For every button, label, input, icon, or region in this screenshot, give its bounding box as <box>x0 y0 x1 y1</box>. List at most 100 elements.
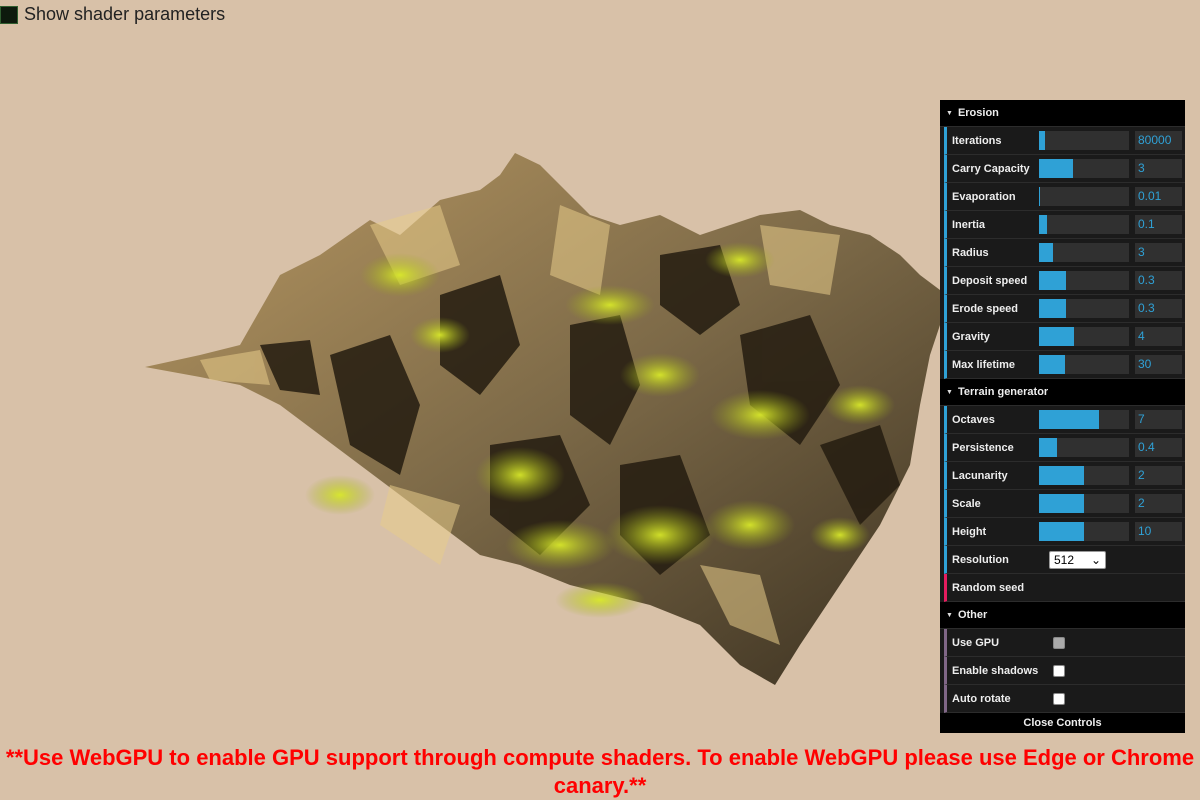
deposit-speed-input[interactable]: 0.3 <box>1135 271 1182 290</box>
iterations-label: Iterations <box>952 134 1002 147</box>
slider-fill <box>1039 355 1066 374</box>
enable-shadows-checkbox[interactable] <box>1053 664 1065 677</box>
enable-shadows-row: Enable shadows <box>944 657 1185 685</box>
evaporation-row: Evaporation 0.01 <box>944 183 1185 211</box>
slider-fill <box>1039 215 1048 234</box>
octaves-row: Octaves 7 <box>944 406 1185 434</box>
shader-parameters-checkbox[interactable] <box>0 5 18 24</box>
persistence-label: Persistence <box>952 441 1014 454</box>
shader-parameters-label: Show shader parameters <box>24 4 226 24</box>
inertia-slider[interactable] <box>1039 215 1129 234</box>
height-label: Height <box>952 525 987 538</box>
max-lifetime-slider[interactable] <box>1039 355 1129 374</box>
max-lifetime-input[interactable]: 30 <box>1135 355 1182 374</box>
folder-collapse-icon: ▼ <box>946 611 953 619</box>
gravity-label: Gravity <box>952 330 990 343</box>
gravity-input[interactable]: 4 <box>1135 327 1182 346</box>
terrain-surface <box>145 153 945 685</box>
deposit-speed-label: Deposit speed <box>952 274 1028 287</box>
chevron-down-icon: ⌄ <box>1090 552 1101 567</box>
carry-capacity-row: Carry Capacity 3 <box>944 155 1185 183</box>
height-row: Height 10 <box>944 518 1185 546</box>
lacunarity-row: Lacunarity 2 <box>944 462 1185 490</box>
use-gpu-row: Use GPU <box>944 629 1185 657</box>
height-slider[interactable] <box>1039 522 1129 541</box>
auto-rotate-checkbox[interactable] <box>1053 692 1065 705</box>
resolution-selected: 512 <box>1054 552 1075 567</box>
folder-title: Erosion <box>957 107 999 119</box>
folder-collapse-icon: ▼ <box>946 388 953 396</box>
auto-rotate-label: Auto rotate <box>952 692 1011 705</box>
slider-fill <box>1039 131 1046 150</box>
folder-title: Terrain generator <box>957 386 1049 398</box>
inertia-input[interactable]: 0.1 <box>1135 215 1182 234</box>
folder-title: Other <box>957 609 988 621</box>
scale-slider[interactable] <box>1039 494 1129 513</box>
slider-fill <box>1039 159 1074 178</box>
persistence-slider[interactable] <box>1039 438 1129 457</box>
lacunarity-input[interactable]: 2 <box>1135 466 1182 485</box>
deposit-speed-slider[interactable] <box>1039 271 1129 290</box>
close-controls-button[interactable]: Close Controls <box>940 713 1185 733</box>
radius-row: Radius 3 <box>944 239 1185 267</box>
radius-label: Radius <box>952 246 989 259</box>
webgpu-notice: **Use WebGPU to enable GPU support throu… <box>5 745 1195 798</box>
resolution-row: Resolution 512 ⌄ <box>944 546 1185 574</box>
scale-input[interactable]: 2 <box>1135 494 1182 513</box>
gravity-row: Gravity 4 <box>944 323 1185 351</box>
scale-row: Scale 2 <box>944 490 1185 518</box>
shader-parameters-toggle[interactable]: Show shader parameters <box>0 4 225 25</box>
persistence-input[interactable]: 0.4 <box>1135 438 1182 457</box>
radius-input[interactable]: 3 <box>1135 243 1182 262</box>
octaves-slider[interactable] <box>1039 410 1129 429</box>
erode-speed-input[interactable]: 0.3 <box>1135 299 1182 318</box>
octaves-label: Octaves <box>952 413 995 426</box>
evaporation-input[interactable]: 0.01 <box>1135 187 1182 206</box>
max-lifetime-label: Max lifetime <box>952 358 1015 371</box>
persistence-row: Persistence 0.4 <box>944 434 1185 462</box>
slider-fill <box>1039 466 1084 485</box>
erode-speed-label: Erode speed <box>952 302 1019 315</box>
terrain-viewport[interactable] <box>140 145 950 690</box>
slider-fill <box>1039 243 1054 262</box>
iterations-row: Iterations 80000 <box>944 127 1185 155</box>
gravity-slider[interactable] <box>1039 327 1129 346</box>
height-input[interactable]: 10 <box>1135 522 1182 541</box>
erode-speed-slider[interactable] <box>1039 299 1129 318</box>
slider-fill <box>1039 271 1066 290</box>
scale-label: Scale <box>952 497 981 510</box>
slider-fill <box>1039 410 1100 429</box>
resolution-label: Resolution <box>952 553 1009 566</box>
deposit-speed-row: Deposit speed 0.3 <box>944 267 1185 295</box>
folder-erosion[interactable]: ▼ Erosion <box>940 100 1185 127</box>
slider-fill <box>1039 299 1066 318</box>
carry-capacity-slider[interactable] <box>1039 159 1129 178</box>
iterations-input[interactable]: 80000 <box>1135 131 1182 150</box>
evaporation-label: Evaporation <box>952 190 1016 203</box>
resolution-select[interactable]: 512 ⌄ <box>1049 550 1106 569</box>
slider-fill <box>1039 187 1040 206</box>
max-lifetime-row: Max lifetime 30 <box>944 351 1185 379</box>
lacunarity-label: Lacunarity <box>952 469 1008 482</box>
enable-shadows-label: Enable shadows <box>952 664 1039 677</box>
controls-panel: ▼ Erosion Iterations 80000 Carry Capacity 3… <box>940 100 1185 733</box>
slider-fill <box>1039 327 1075 346</box>
random-seed-button[interactable]: Random seed <box>944 574 1185 602</box>
erode-speed-row: Erode speed 0.3 <box>944 295 1185 323</box>
inertia-row: Inertia 0.1 <box>944 211 1185 239</box>
evaporation-slider[interactable] <box>1039 187 1129 206</box>
octaves-input[interactable]: 7 <box>1135 410 1182 429</box>
carry-capacity-input[interactable]: 3 <box>1135 159 1182 178</box>
use-gpu-label: Use GPU <box>952 636 1000 649</box>
slider-fill <box>1039 438 1057 457</box>
inertia-label: Inertia <box>952 218 986 231</box>
folder-other[interactable]: ▼ Other <box>940 602 1185 629</box>
carry-capacity-label: Carry Capacity <box>952 162 1030 175</box>
lacunarity-slider[interactable] <box>1039 466 1129 485</box>
folder-terrain-generator[interactable]: ▼ Terrain generator <box>940 379 1185 406</box>
slider-fill <box>1039 494 1084 513</box>
random-seed-label: Random seed <box>952 581 1025 594</box>
slider-fill <box>1039 522 1084 541</box>
iterations-slider[interactable] <box>1039 131 1129 150</box>
radius-slider[interactable] <box>1039 243 1129 262</box>
